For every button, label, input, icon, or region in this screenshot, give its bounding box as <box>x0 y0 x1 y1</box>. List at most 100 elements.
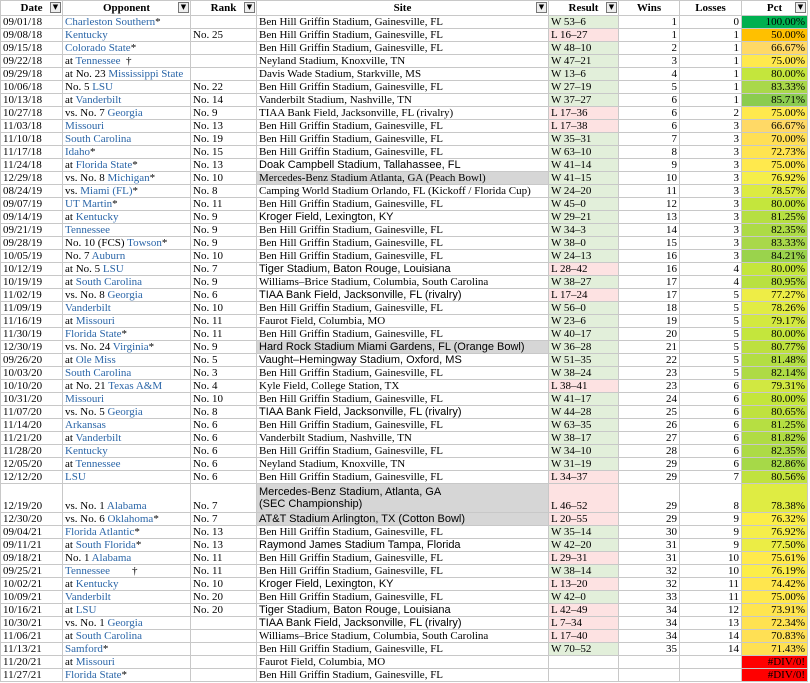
losses-cell[interactable]: 1 <box>679 67 742 81</box>
rank-cell[interactable] <box>190 67 257 81</box>
pct-cell[interactable]: 78.38% <box>741 483 808 513</box>
wins-cell[interactable]: 19 <box>618 314 680 328</box>
rank-cell[interactable] <box>190 629 257 643</box>
site-cell[interactable]: Kyle Field, College Station, TX <box>256 379 549 393</box>
header-date[interactable]: Date ▼ <box>0 0 63 16</box>
opponent-cell[interactable]: at Vanderbilt <box>62 93 191 107</box>
rank-cell[interactable]: No. 6 <box>190 444 257 458</box>
pct-cell[interactable]: 84.21% <box>741 249 808 263</box>
rank-cell[interactable]: No. 11 <box>190 551 257 565</box>
date-cell[interactable]: 11/20/21 <box>0 655 63 669</box>
date-cell[interactable]: 10/30/21 <box>0 616 63 630</box>
losses-cell[interactable]: 14 <box>679 629 742 643</box>
pct-cell[interactable]: 80.00% <box>741 262 808 276</box>
pct-cell[interactable]: 75.00% <box>741 106 808 120</box>
opponent-cell[interactable]: Missouri <box>62 392 191 406</box>
date-cell[interactable]: 11/09/19 <box>0 301 63 315</box>
wins-cell[interactable]: 6 <box>618 106 680 120</box>
losses-cell[interactable]: 11 <box>679 577 742 591</box>
rank-cell[interactable]: No. 11 <box>190 564 257 578</box>
opponent-link[interactable]: Georgia <box>107 108 142 119</box>
site-cell[interactable]: Ben Hill Griffin Stadium, Gainesville, F… <box>256 236 549 250</box>
opponent-cell[interactable]: at No. 5 LSU <box>62 262 191 276</box>
opponent-cell[interactable]: Vanderbilt <box>62 590 191 604</box>
losses-cell[interactable]: 9 <box>679 538 742 552</box>
rank-cell[interactable]: No. 9 <box>190 223 257 237</box>
rank-cell[interactable]: No. 13 <box>190 525 257 539</box>
site-cell[interactable]: Ben Hill Griffin Stadium, Gainesville, F… <box>256 197 549 211</box>
losses-cell[interactable]: 11 <box>679 590 742 604</box>
losses-cell[interactable]: 3 <box>679 132 742 146</box>
pct-cell[interactable]: 75.00% <box>741 590 808 604</box>
result-cell[interactable]: W 41–17 <box>548 392 619 406</box>
opponent-cell[interactable]: at Vanderbilt <box>62 431 191 445</box>
site-cell[interactable]: Vaught–Hemingway Stadium, Oxford, MS <box>256 353 549 367</box>
pct-cell[interactable]: 70.00% <box>741 132 808 146</box>
rank-cell[interactable] <box>190 642 257 656</box>
pct-cell[interactable]: 78.57% <box>741 184 808 198</box>
pct-cell[interactable]: 76.32% <box>741 512 808 526</box>
rank-cell[interactable]: No. 13 <box>190 119 257 133</box>
date-cell[interactable]: 09/01/18 <box>0 15 63 29</box>
date-cell[interactable]: 11/21/20 <box>0 431 63 445</box>
date-cell[interactable]: 10/13/18 <box>0 93 63 107</box>
site-cell[interactable]: Kroger Field, Lexington, KY <box>256 577 549 591</box>
opponent-link[interactable]: Missouri <box>65 394 104 405</box>
losses-cell[interactable]: 3 <box>679 223 742 237</box>
losses-cell[interactable]: 5 <box>679 366 742 380</box>
site-cell[interactable]: Neyland Stadium, Knoxville, TN <box>256 54 549 68</box>
opponent-cell[interactable]: at Kentucky <box>62 577 191 591</box>
wins-cell[interactable]: 12 <box>618 197 680 211</box>
pct-cell[interactable]: 74.42% <box>741 577 808 591</box>
wins-cell[interactable]: 17 <box>618 288 680 302</box>
opponent-cell[interactable]: Tennessee <box>62 223 191 237</box>
site-cell[interactable]: Ben Hill Griffin Stadium, Gainesville, F… <box>256 41 549 55</box>
wins-cell[interactable]: 21 <box>618 340 680 354</box>
losses-cell[interactable]: 5 <box>679 301 742 315</box>
losses-cell[interactable]: 3 <box>679 236 742 250</box>
wins-cell[interactable]: 26 <box>618 418 680 432</box>
site-cell[interactable]: Ben Hill Griffin Stadium, Gainesville, F… <box>256 668 549 682</box>
rank-cell[interactable] <box>190 41 257 55</box>
losses-cell[interactable]: 0 <box>679 15 742 29</box>
wins-cell[interactable]: 8 <box>618 145 680 159</box>
losses-cell[interactable]: 8 <box>679 483 742 513</box>
losses-cell[interactable]: 6 <box>679 431 742 445</box>
result-cell[interactable]: L 17–36 <box>548 106 619 120</box>
date-cell[interactable]: 11/03/18 <box>0 119 63 133</box>
site-cell[interactable]: Ben Hill Griffin Stadium, Gainesville, F… <box>256 119 549 133</box>
opponent-link[interactable]: Tennessee <box>65 225 110 236</box>
opponent-link[interactable]: Arkansas <box>65 420 106 431</box>
result-cell[interactable]: W 38–24 <box>548 366 619 380</box>
rank-cell[interactable]: No. 6 <box>190 288 257 302</box>
opponent-cell[interactable]: South Carolina <box>62 132 191 146</box>
pct-cell[interactable]: 72.34% <box>741 616 808 630</box>
opponent-cell[interactable]: No. 10 (FCS) Towson* <box>62 236 191 250</box>
pct-cell[interactable]: 81.25% <box>741 210 808 224</box>
opponent-cell[interactable]: at No. 23 Mississippi State <box>62 67 191 81</box>
header-rank[interactable]: Rank ▼ <box>190 0 257 16</box>
losses-cell[interactable]: 6 <box>679 405 742 419</box>
opponent-link[interactable]: Florida State <box>65 670 122 681</box>
rank-cell[interactable]: No. 9 <box>190 275 257 289</box>
rank-cell[interactable]: No. 10 <box>190 249 257 263</box>
opponent-link[interactable]: Oklahoma <box>107 514 153 525</box>
rank-cell[interactable]: No. 13 <box>190 538 257 552</box>
wins-cell[interactable]: 29 <box>618 483 680 513</box>
rank-cell[interactable]: No. 8 <box>190 184 257 198</box>
opponent-cell[interactable]: Vanderbilt <box>62 301 191 315</box>
pct-cell[interactable]: 82.86% <box>741 457 808 471</box>
pct-cell[interactable]: 77.27% <box>741 288 808 302</box>
opponent-link[interactable]: Tennessee <box>76 56 121 67</box>
site-cell[interactable]: Doak Campbell Stadium, Tallahassee, FL <box>256 158 549 172</box>
wins-cell[interactable]: 15 <box>618 236 680 250</box>
result-cell[interactable]: L 7–34 <box>548 616 619 630</box>
pct-cell[interactable]: 80.00% <box>741 67 808 81</box>
pct-cell[interactable]: 80.56% <box>741 470 808 484</box>
opponent-link[interactable]: Charleston Southern <box>65 17 155 28</box>
opponent-cell[interactable]: at Ole Miss <box>62 353 191 367</box>
rank-cell[interactable]: No. 6 <box>190 431 257 445</box>
result-cell[interactable]: L 38–41 <box>548 379 619 393</box>
result-cell[interactable]: W 63–10 <box>548 145 619 159</box>
site-cell[interactable]: Ben Hill Griffin Stadium, Gainesville, F… <box>256 301 549 315</box>
